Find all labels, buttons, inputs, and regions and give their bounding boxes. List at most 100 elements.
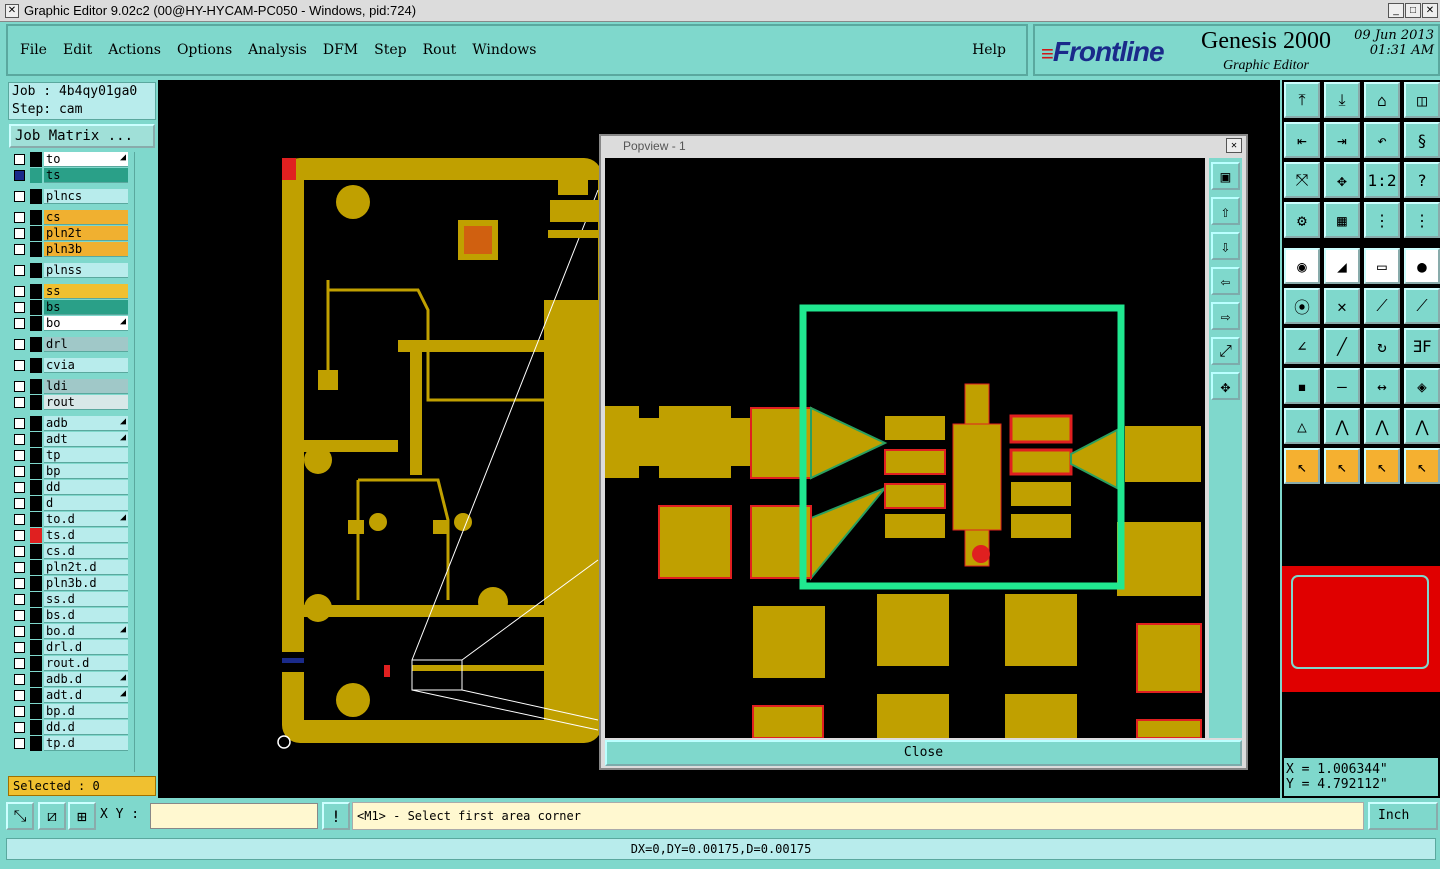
layer-name[interactable]: bs.d [44,608,128,623]
layer-row[interactable]: rout [8,395,130,410]
layer-row[interactable]: pln3b [8,242,130,257]
layer-name[interactable]: plncs [44,189,128,204]
layer-name[interactable]: tp [44,448,128,463]
job-matrix-button[interactable]: Job Matrix ... [9,124,155,148]
layer-checkbox[interactable] [14,265,25,276]
layer-row[interactable]: ldi [8,379,130,394]
peak-icon[interactable]: ⋀ [1324,408,1360,444]
layer-checkbox[interactable] [14,690,25,701]
layer-row[interactable]: ss.d [8,592,130,607]
zoom-out-icon[interactable]: ⤢ [1211,337,1240,365]
layer-name[interactable]: cs.d [44,544,128,559]
layer-name[interactable]: bo [44,316,128,331]
maximize-icon[interactable]: □ [1405,3,1421,18]
layer-checkbox[interactable] [14,302,25,313]
layer-row[interactable]: plnss [8,263,130,278]
layer-checkbox[interactable] [14,594,25,605]
layer-row[interactable]: bp [8,464,130,479]
pad-icon[interactable]: ▪ [1284,368,1320,404]
layer-name[interactable]: plnss [44,263,128,278]
circle-icon[interactable]: ● [1404,248,1440,284]
layer-name[interactable]: pln3b [44,242,128,257]
angle-icon[interactable]: ∠ [1284,328,1320,364]
layer-name[interactable]: ts [44,168,128,183]
connect-icon[interactable]: ⦿ [1284,288,1320,324]
layer-checkbox[interactable] [14,381,25,392]
menu-edit[interactable]: Edit [55,42,100,58]
triangle-icon[interactable]: △ [1284,408,1320,444]
layer-row[interactable]: pln3b.d [8,576,130,591]
layer-checkbox[interactable] [14,318,25,329]
layer-name[interactable]: adb [44,416,128,431]
layer-name[interactable]: adt.d [44,688,128,703]
mirror-icon[interactable]: ƎF [1404,328,1440,364]
layer-name[interactable]: cvia [44,358,128,373]
layer-checkbox[interactable] [14,738,25,749]
layer-checkbox[interactable] [14,546,25,557]
layer-row[interactable]: bo ◢ [8,316,130,331]
snap-grid-icon[interactable]: ⊞ [68,802,96,830]
layer-row[interactable]: pln2t [8,226,130,241]
layer-row[interactable]: ts [8,168,130,183]
layer-checkbox[interactable] [14,466,25,477]
layer-name[interactable]: rout.d [44,656,128,671]
pan-down-icon[interactable]: ⇩ [1211,232,1240,260]
measure-tool-icon[interactable]: ⧄ [38,802,66,830]
layer-row[interactable]: plncs [8,189,130,204]
zoom-in-icon[interactable]: ✥ [1211,372,1240,400]
pointer-icon[interactable]: ↖ [1284,448,1320,484]
layer-row[interactable]: adb ◢ [8,416,130,431]
minimize-icon[interactable]: _ [1388,3,1404,18]
popview-canvas[interactable] [605,158,1205,738]
xy-input[interactable] [150,803,318,829]
layer-checkbox[interactable] [14,658,25,669]
line-end-icon[interactable]: ⟋ [1404,288,1440,324]
layer-row[interactable]: ss [8,284,130,299]
layer-checkbox[interactable] [14,530,25,541]
menu-actions[interactable]: Actions [100,42,169,58]
layer-row[interactable]: drl [8,337,130,352]
layer-row[interactable]: adt ◢ [8,432,130,447]
layer-checkbox[interactable] [14,434,25,445]
layer-checkbox[interactable] [14,154,25,165]
menu-dfm[interactable]: DFM [315,42,366,58]
layer-row[interactable]: bs [8,300,130,315]
layer-name[interactable]: bs [44,300,128,315]
layer-name[interactable]: to [44,152,128,167]
layer-row[interactable]: to.d ◢ [8,512,130,527]
layer-checkbox[interactable] [14,397,25,408]
layer-row[interactable]: bp.d [8,704,130,719]
layer-checkbox[interactable] [14,722,25,733]
menu-options[interactable]: Options [169,42,240,58]
layer-checkbox[interactable] [14,191,25,202]
redraw-icon[interactable]: § [1404,122,1440,158]
layer-checkbox[interactable] [14,578,25,589]
pointer-circle-icon[interactable]: ↖ [1364,448,1400,484]
select-pad-icon[interactable]: ◉ [1284,248,1320,284]
layer-name[interactable]: ts.d [44,528,128,543]
layer-checkbox[interactable] [14,514,25,525]
layer-checkbox[interactable] [14,418,25,429]
layer-row[interactable]: tp [8,448,130,463]
layer-checkbox[interactable] [14,674,25,685]
arc-icon[interactable]: ↻ [1364,328,1400,364]
layer-name[interactable]: adt [44,432,128,447]
peak-wave-icon[interactable]: ⋀ [1404,408,1440,444]
layer-checkbox[interactable] [14,244,25,255]
layer-checkbox[interactable] [14,450,25,461]
layer-name[interactable]: to.d [44,512,128,527]
layer-row[interactable]: cs [8,210,130,225]
zoom-center-icon[interactable]: ✥ [1324,162,1360,198]
page-left-icon[interactable]: ⇤ [1284,122,1320,158]
layer-row[interactable]: to ◢ [8,152,130,167]
layer-name[interactable]: drl.d [44,640,128,655]
layer-row[interactable]: cvia [8,358,130,373]
layer-checkbox[interactable] [14,212,25,223]
pan-up-icon[interactable]: ⇧ [1211,197,1240,225]
layer-checkbox[interactable] [14,498,25,509]
layer-row[interactable]: bs.d [8,608,130,623]
layer-checkbox[interactable] [14,562,25,573]
layer-scrollbar[interactable] [134,152,156,772]
page-up-icon[interactable]: ⤒ [1284,82,1320,118]
ruler-icon[interactable]: ▭ [1364,248,1400,284]
